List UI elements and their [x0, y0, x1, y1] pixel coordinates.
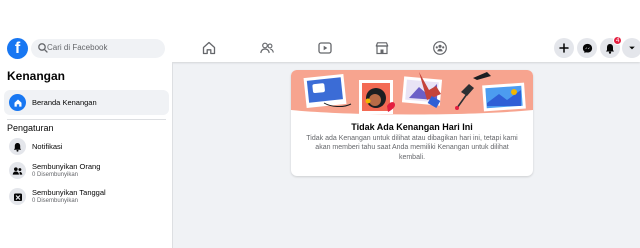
home-icon[interactable] — [201, 40, 217, 56]
sidebar-item-hide-dates[interactable]: Sembunyikan Tanggal 0 Disembunyikan — [4, 184, 169, 210]
sidebar-item-notifications[interactable]: Notifikasi — [4, 134, 169, 160]
people-icon — [9, 162, 26, 179]
home-icon — [9, 94, 26, 111]
marketplace-icon[interactable] — [374, 40, 390, 56]
hidden-count: 0 Disembunyikan — [32, 172, 79, 178]
create-button[interactable] — [554, 38, 574, 58]
search-input[interactable]: Cari di Facebook — [31, 39, 165, 58]
chevron-down-icon — [629, 46, 635, 50]
messenger-button[interactable] — [577, 38, 597, 58]
empty-state-title: Tidak Ada Kenangan Hari Ini — [351, 122, 473, 132]
watch-icon[interactable] — [317, 40, 333, 56]
settings-heading: Pengaturan — [7, 123, 54, 133]
account-menu-button[interactable] — [622, 38, 640, 58]
sidebar-title: Kenangan — [7, 69, 66, 83]
facebook-logo[interactable]: f — [7, 38, 28, 59]
groups-icon[interactable] — [432, 40, 448, 56]
no-memories-card: Tidak Ada Kenangan Hari Ini Tidak ada Ke… — [291, 70, 533, 176]
sidebar-item-label: Notifikasi — [32, 142, 63, 151]
memories-illustration — [291, 70, 533, 118]
bell-icon — [9, 138, 26, 155]
sidebar-item-label: Beranda Kenangan — [32, 98, 97, 107]
friends-icon[interactable] — [259, 40, 275, 56]
memories-sidebar: Kenangan Beranda Kenangan Pengaturan Not… — [0, 62, 173, 248]
calendar-off-icon — [9, 188, 26, 205]
sidebar-divider — [7, 119, 166, 120]
plus-icon — [559, 43, 569, 53]
sidebar-item-memories-home[interactable]: Beranda Kenangan — [4, 90, 169, 115]
top-navbar: f Cari di Facebook 4 — [0, 0, 640, 62]
sidebar-item-hide-people[interactable]: Sembunyikan Orang 0 Disembunyikan — [4, 158, 169, 184]
messenger-icon — [582, 43, 592, 53]
sidebar-item-label: Sembunyikan Orang — [32, 162, 101, 171]
bell-icon — [606, 43, 614, 54]
notification-badge: 4 — [613, 36, 623, 45]
hidden-count: 0 Disembunyikan — [32, 198, 79, 204]
search-placeholder: Cari di Facebook — [47, 43, 108, 52]
empty-state-description: Tidak ada Kenangan untuk dilihat atau di… — [306, 135, 518, 161]
sidebar-item-label: Sembunyikan Tanggal — [32, 188, 106, 197]
